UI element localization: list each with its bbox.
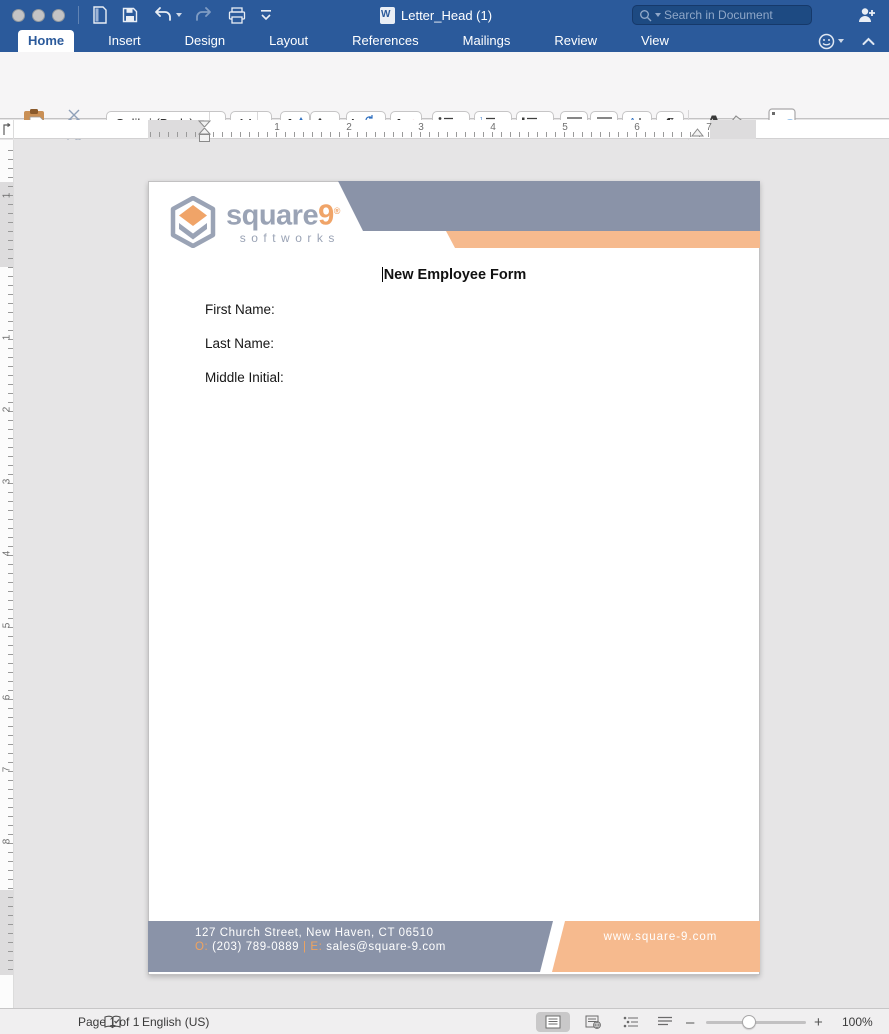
ruler-number: 3 bbox=[416, 122, 426, 133]
vruler-number: 3 bbox=[2, 475, 13, 489]
titlebar-divider bbox=[78, 6, 79, 24]
ruler-number: 6 bbox=[632, 122, 642, 133]
draft-view-button[interactable] bbox=[648, 1012, 682, 1032]
footer-address: 127 Church Street, New Haven, CT 06510 bbox=[195, 927, 434, 939]
search-input[interactable] bbox=[664, 8, 819, 22]
company-logo: square9® softworks bbox=[170, 196, 340, 248]
ruler-number: 5 bbox=[560, 122, 570, 133]
document-title: Letter_Head (1) bbox=[401, 8, 492, 23]
text-cursor bbox=[382, 267, 383, 282]
word-window: Letter_Head (1) Home Insert Design Layou… bbox=[0, 0, 889, 1034]
zoom-out-button[interactable]: – bbox=[686, 1009, 694, 1034]
ruler-number: 4 bbox=[488, 122, 498, 133]
outline-view-button[interactable] bbox=[614, 1012, 648, 1032]
search-scope-dropdown-icon[interactable] bbox=[655, 13, 661, 17]
redo-icon[interactable] bbox=[196, 7, 214, 23]
tab-selector-well[interactable] bbox=[0, 120, 14, 139]
left-indent-marker[interactable] bbox=[199, 134, 210, 142]
field-last-name[interactable]: Last Name: bbox=[205, 336, 274, 351]
collapse-ribbon-icon[interactable] bbox=[862, 37, 875, 46]
minimize-window-button[interactable] bbox=[32, 9, 45, 22]
tab-references[interactable]: References bbox=[342, 30, 428, 52]
vruler-number: 4 bbox=[2, 547, 13, 561]
vruler-number: 8 bbox=[2, 835, 13, 849]
status-bar: Page 1 of 1 English (US) – + 100% bbox=[0, 1008, 889, 1034]
field-first-name[interactable]: First Name: bbox=[205, 302, 275, 317]
ruler-ticks bbox=[150, 132, 710, 137]
tab-mailings[interactable]: Mailings bbox=[453, 30, 521, 52]
footer-divider: | bbox=[303, 941, 307, 953]
vertical-ruler: 1 1 2 3 4 5 6 7 8 bbox=[0, 140, 14, 1008]
document-page[interactable]: square9® softworks New Employee Form Fir… bbox=[148, 181, 760, 975]
language-indicator[interactable]: English (US) bbox=[142, 1009, 209, 1034]
horizontal-ruler: 1 2 3 4 5 6 7 bbox=[0, 120, 889, 139]
form-title[interactable]: New Employee Form bbox=[384, 267, 527, 283]
logo-wordmark: square9® bbox=[226, 197, 340, 230]
ruler-number: 2 bbox=[344, 122, 354, 133]
print-layout-view-button[interactable] bbox=[536, 1012, 570, 1032]
tab-insert[interactable]: Insert bbox=[98, 30, 151, 52]
undo-dropdown-icon[interactable] bbox=[176, 13, 182, 17]
quick-access-toolbar bbox=[92, 3, 272, 27]
footer-phone-label: O: bbox=[195, 941, 208, 953]
vruler-number: 7 bbox=[2, 763, 13, 777]
ruler-number: 1 bbox=[272, 122, 282, 133]
search-field[interactable] bbox=[632, 5, 812, 25]
footer-email-label: E: bbox=[310, 941, 322, 953]
vruler-number: 1 bbox=[2, 189, 13, 203]
logo-subtitle: softworks bbox=[226, 231, 340, 245]
customize-toolbar-icon[interactable] bbox=[260, 9, 272, 21]
document-title-group: Letter_Head (1) bbox=[380, 0, 492, 30]
vruler-number: 5 bbox=[2, 619, 13, 633]
document-canvas[interactable]: 1 1 2 3 4 5 6 7 8 bbox=[0, 140, 889, 1008]
feedback-smiley-icon[interactable] bbox=[818, 33, 844, 50]
footer-website: www.square-9.com bbox=[568, 931, 753, 943]
share-icon[interactable] bbox=[857, 6, 877, 24]
footer-contact-line: O: (203) 789-0889 | E: sales@square-9.co… bbox=[195, 941, 446, 953]
word-document-icon bbox=[380, 7, 395, 24]
web-layout-view-button[interactable] bbox=[576, 1012, 610, 1032]
undo-icon[interactable] bbox=[152, 7, 182, 23]
title-bar: Letter_Head (1) bbox=[0, 0, 889, 30]
vruler-number: 1 bbox=[2, 331, 13, 345]
spellcheck-icon[interactable] bbox=[104, 1015, 121, 1029]
tab-home[interactable]: Home bbox=[18, 30, 74, 52]
zoom-slider-thumb[interactable] bbox=[742, 1015, 756, 1029]
save-icon[interactable] bbox=[122, 7, 138, 23]
right-indent-marker[interactable] bbox=[691, 128, 704, 137]
logo-hexagon-icon bbox=[170, 196, 216, 248]
zoom-level[interactable]: 100% bbox=[842, 1009, 873, 1034]
ribbon-tab-bar: Home Insert Design Layout References Mai… bbox=[0, 30, 889, 52]
right-margin-area bbox=[710, 120, 756, 139]
ruler-number: 7 bbox=[704, 122, 714, 133]
tab-view[interactable]: View bbox=[631, 30, 679, 52]
vertical-ruler-ticks bbox=[8, 150, 13, 975]
first-line-indent-marker[interactable] bbox=[198, 120, 211, 128]
ribbon: Paste Calibri (Body) 14 A A Aa bbox=[0, 52, 889, 119]
tab-review[interactable]: Review bbox=[544, 30, 607, 52]
footer-phone: (203) 789-0889 bbox=[212, 941, 299, 953]
vruler-number: 2 bbox=[2, 403, 13, 417]
zoom-window-button[interactable] bbox=[52, 9, 65, 22]
field-middle-initial[interactable]: Middle Initial: bbox=[205, 370, 284, 385]
search-icon bbox=[639, 9, 652, 22]
tab-design[interactable]: Design bbox=[175, 30, 235, 52]
vruler-number: 6 bbox=[2, 691, 13, 705]
document-title-line[interactable]: New Employee Form bbox=[148, 267, 760, 283]
footer-email: sales@square-9.com bbox=[326, 941, 446, 953]
new-document-icon[interactable] bbox=[92, 6, 108, 24]
tab-layout[interactable]: Layout bbox=[259, 30, 318, 52]
print-icon[interactable] bbox=[228, 7, 246, 24]
zoom-slider-track[interactable] bbox=[706, 1021, 806, 1024]
zoom-in-button[interactable]: + bbox=[814, 1009, 823, 1034]
close-window-button[interactable] bbox=[12, 9, 25, 22]
